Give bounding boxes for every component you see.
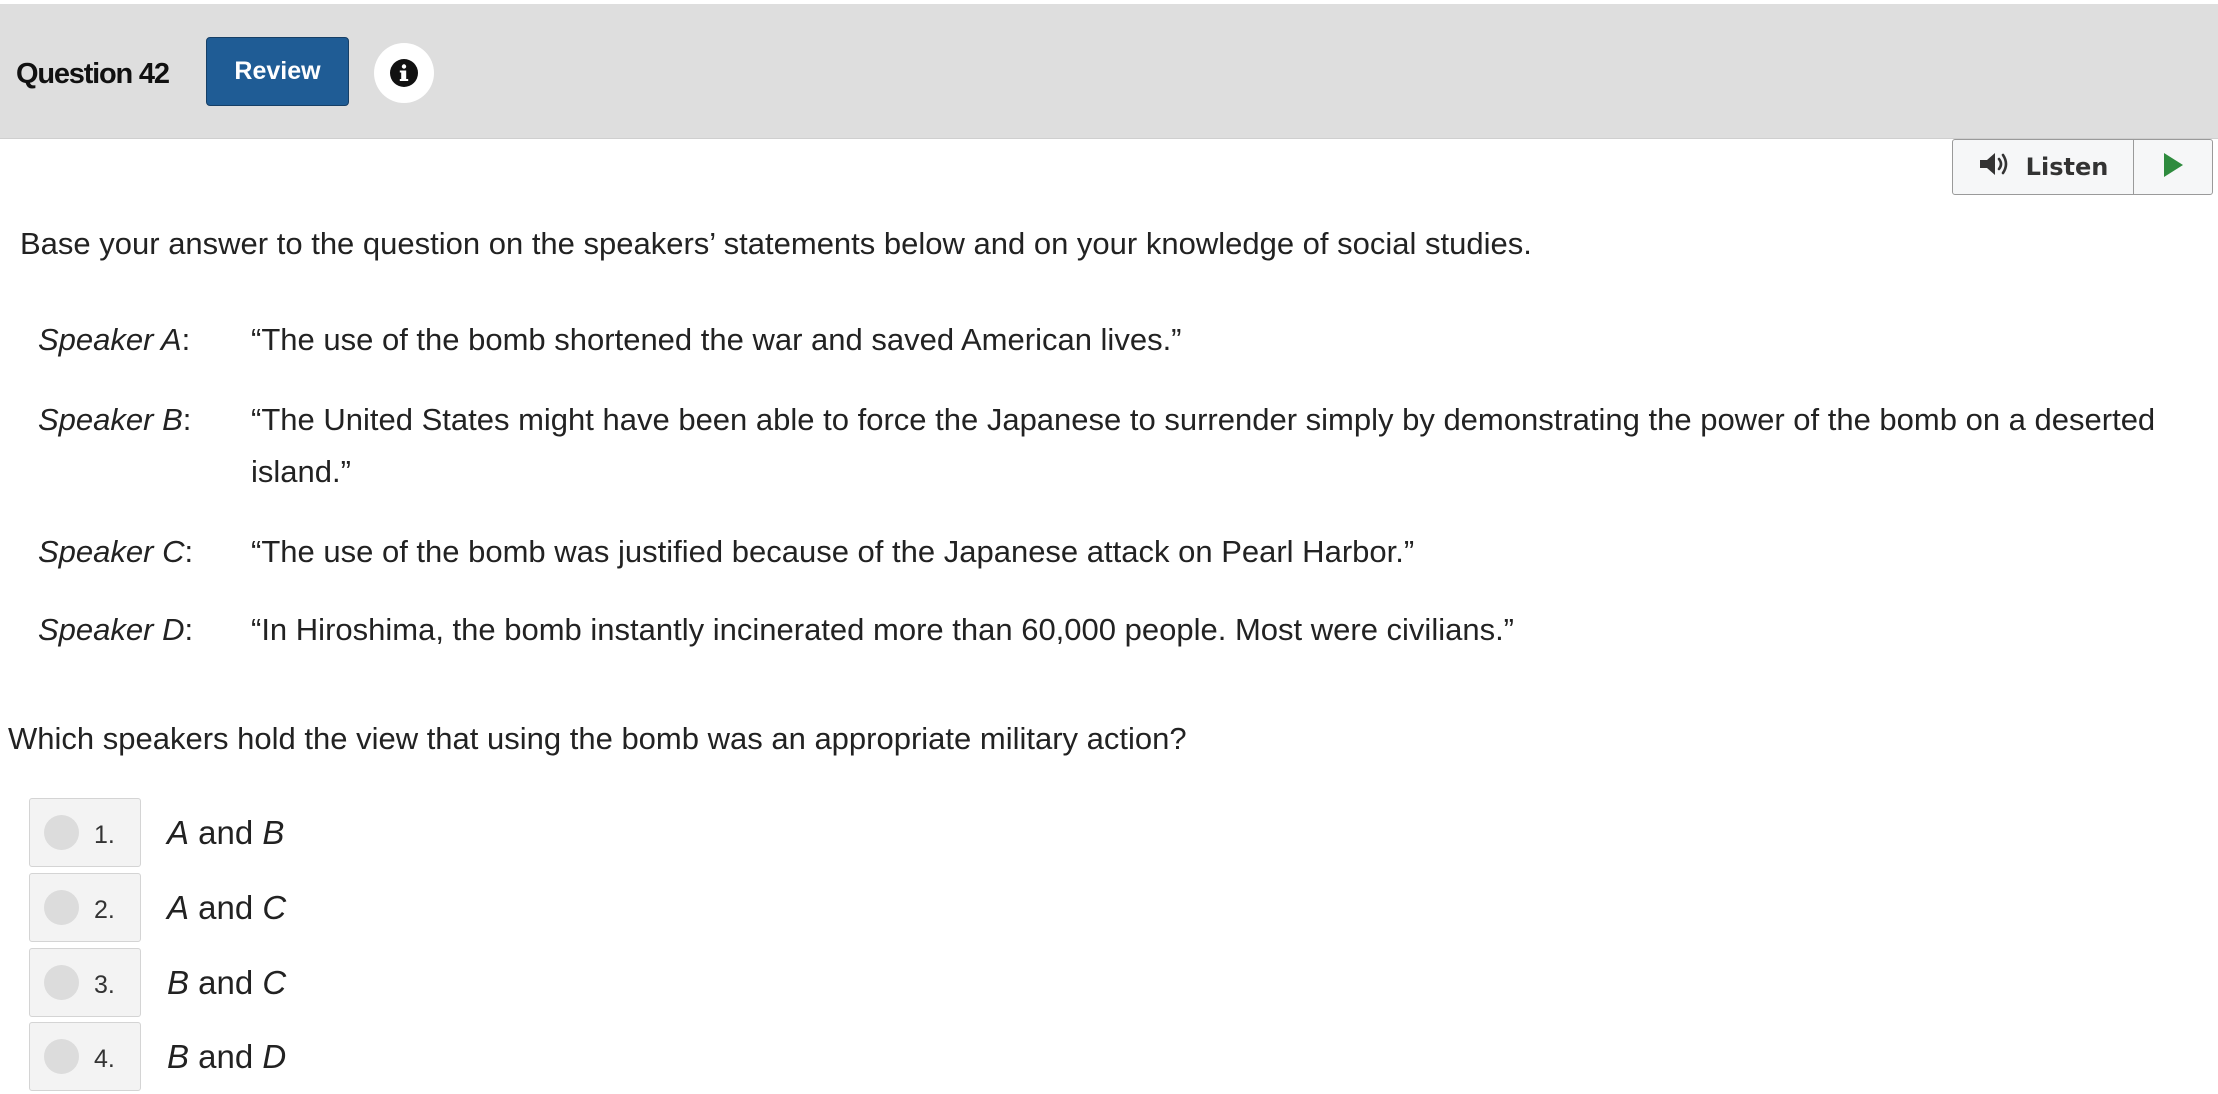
- choice-label: B and D: [167, 1037, 287, 1075]
- speaker-name: Speaker B: [38, 402, 183, 437]
- speaker-quote: “The United States might have been able …: [251, 402, 2156, 489]
- review-button[interactable]: Review: [206, 37, 349, 106]
- speaker-quote: “The use of the bomb was justified becau…: [251, 534, 1415, 569]
- radio-button[interactable]: [44, 965, 79, 1000]
- speaker-name: Speaker C: [38, 534, 185, 569]
- choice-label: B and C: [167, 963, 287, 1001]
- choice-label: A and C: [167, 888, 287, 926]
- choice-label: A and B: [167, 813, 285, 851]
- speaker-name: Speaker A: [38, 322, 182, 357]
- choice-number: 4.: [94, 1045, 115, 1073]
- choice-radio-box[interactable]: 3.: [29, 948, 141, 1017]
- radio-button[interactable]: [44, 1039, 79, 1074]
- speaker-quote: “The use of the bomb shortened the war a…: [251, 322, 1182, 357]
- play-icon: [2162, 152, 2184, 183]
- info-button[interactable]: [374, 43, 434, 103]
- volume-icon: [1978, 151, 2014, 183]
- answer-choice-3[interactable]: 3. B and C: [29, 947, 286, 1018]
- choice-radio-box[interactable]: 2.: [29, 873, 141, 942]
- radio-button[interactable]: [44, 815, 79, 850]
- choice-radio-box[interactable]: 1.: [29, 798, 141, 867]
- listen-button[interactable]: Listen: [1953, 140, 2134, 194]
- listen-label: Listen: [2025, 153, 2109, 181]
- question-number-title: Question 42: [16, 58, 170, 90]
- passage-intro: Base your answer to the question on the …: [20, 226, 1532, 261]
- choice-radio-box[interactable]: 4.: [29, 1022, 141, 1091]
- speaker-quote: “In Hiroshima, the bomb instantly incine…: [251, 612, 1515, 647]
- play-button[interactable]: [2134, 140, 2212, 194]
- answer-choice-4[interactable]: 4. B and D: [29, 1021, 286, 1092]
- info-circle-icon: [389, 58, 419, 88]
- speaker-name: Speaker D: [38, 612, 185, 647]
- question-stem: Which speakers hold the view that using …: [8, 721, 1187, 756]
- choice-number: 2.: [94, 896, 115, 924]
- question-header: Question 42 Review: [0, 4, 2218, 139]
- answer-choice-1[interactable]: 1. A and B: [29, 797, 284, 868]
- listen-control: Listen: [1952, 139, 2213, 195]
- choice-number: 3.: [94, 971, 115, 999]
- choice-number: 1.: [94, 821, 115, 849]
- radio-button[interactable]: [44, 890, 79, 925]
- answer-choice-2[interactable]: 2. A and C: [29, 872, 286, 943]
